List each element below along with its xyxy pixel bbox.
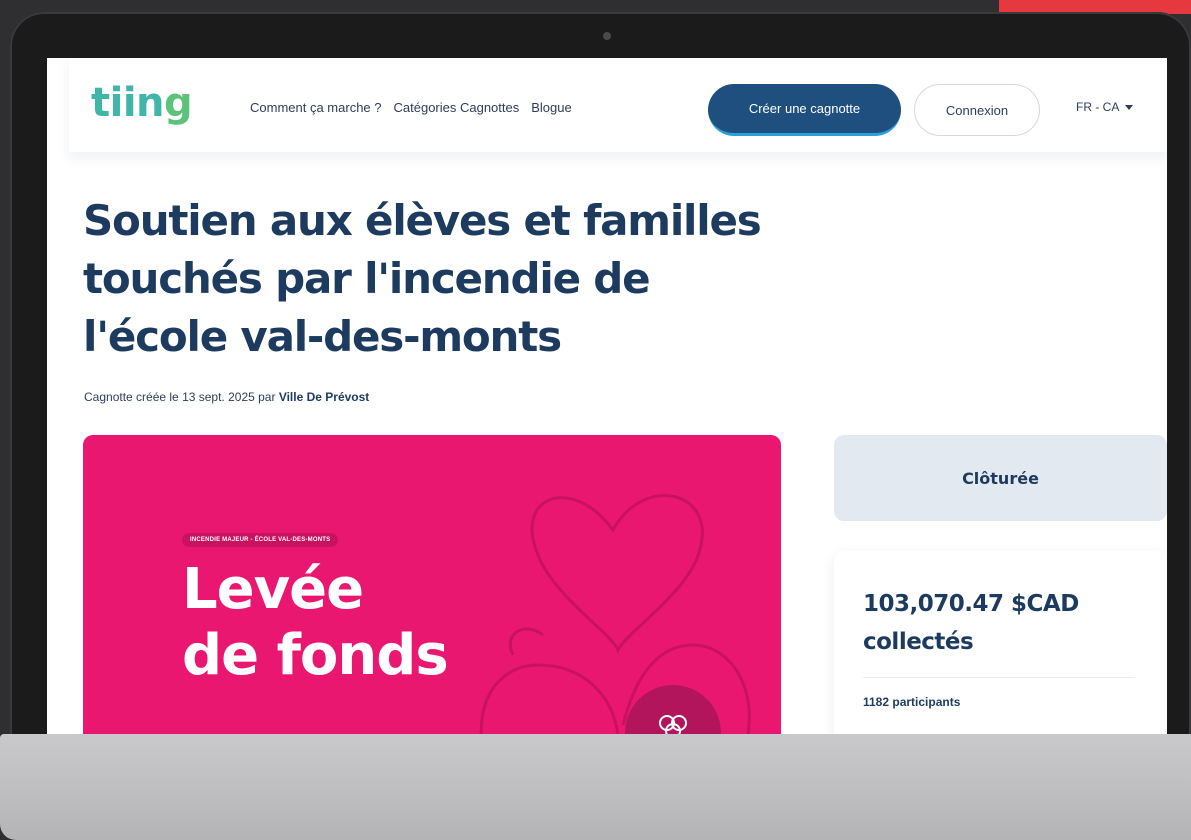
campaign-hero-image: INCENDIE MAJEUR - ÉCOLE VAL-DES-MONTS Le… [83, 435, 781, 734]
tiing-logo[interactable]: tiing [91, 80, 193, 126]
language-label: FR - CA [1076, 100, 1120, 114]
chevron-down-icon [1125, 104, 1134, 110]
nav-link-blog[interactable]: Blogue [531, 100, 571, 115]
donation-stats-card: 103,070.47 $CAD collectés 1182 participa… [834, 551, 1167, 734]
language-selector[interactable]: FR - CA [1076, 100, 1134, 114]
hero-tag: INCENDIE MAJEUR - ÉCOLE VAL-DES-MONTS [182, 533, 339, 547]
hero-line-2: de fonds [182, 623, 449, 688]
brand-badge [625, 685, 721, 734]
browser-viewport: tiing Comment ça marche ? Catégories Cag… [47, 58, 1167, 734]
top-navbar: tiing Comment ça marche ? Catégories Cag… [69, 58, 1167, 152]
hero-headline: Levée de fonds [182, 557, 449, 689]
laptop-base [0, 734, 1191, 840]
campaign-title: Soutien aux élèves et familles touchés p… [83, 196, 762, 361]
heart-hands-illustration [479, 494, 751, 734]
flower-icon [659, 715, 687, 734]
amount-suffix: collectés [863, 629, 974, 655]
hero-line-1: Levée [182, 557, 364, 622]
stats-divider [863, 677, 1135, 678]
campaign-status-badge: Clôturée [834, 435, 1167, 521]
webcam-icon [603, 32, 611, 40]
nav-link-how-it-works[interactable]: Comment ça marche ? [250, 100, 382, 115]
campaign-meta: Cagnotte créée le 13 sept. 2025 par Vill… [84, 390, 369, 404]
create-campaign-button[interactable]: Créer une cagnotte [708, 84, 901, 136]
nav-link-categories[interactable]: Catégories Cagnottes [394, 100, 520, 115]
amount-raised: 103,070.47 $CAD collectés [863, 585, 1153, 661]
campaign-author-link[interactable]: Ville De Prévost [279, 390, 370, 404]
participants-count: 1182 participants [863, 695, 961, 709]
login-button[interactable]: Connexion [914, 84, 1040, 136]
nav-links: Comment ça marche ? Catégories Cagnottes… [250, 100, 572, 115]
campaign-meta-text: Cagnotte créée le 13 sept. 2025 par [84, 390, 276, 404]
amount-value: 103,070.47 $CAD [863, 591, 1079, 617]
